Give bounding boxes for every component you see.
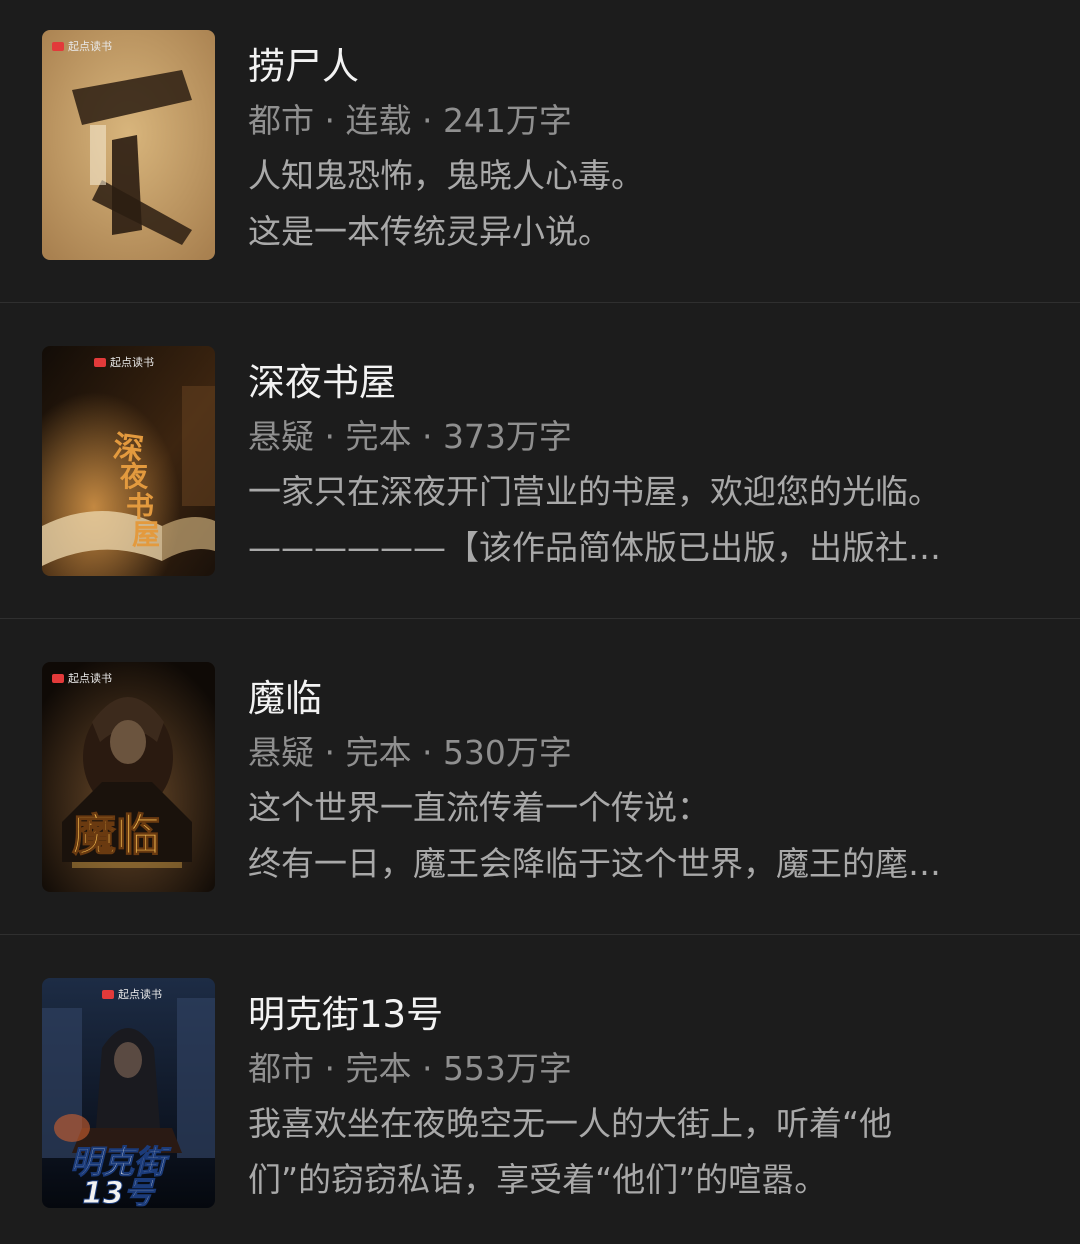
- svg-text:屋: 屋: [132, 518, 160, 551]
- book-title[interactable]: 深夜书屋: [248, 356, 1040, 410]
- book-desc-line: 们”的窃窃私语，享受着“他们”的喧嚣。: [248, 1160, 828, 1199]
- cover-brand: 起点读书: [52, 38, 112, 54]
- book-desc-line: 这个世界一直流传着一个传说：: [248, 788, 710, 827]
- cover-art: 魔临: [42, 662, 215, 892]
- book-info[interactable]: 深夜书屋 悬疑 · 完本 · 373万字 一家只在深夜开门营业的书屋，欢迎您的光…: [248, 356, 1040, 576]
- book-info[interactable]: 明克街13号 都市 · 完本 · 553万字 我喜欢坐在夜晚空无一人的大街上，听…: [248, 988, 1040, 1208]
- book-list: 起点读书 捞尸人 都市 · 连载 · 241万字 人知鬼恐怖，鬼晓人心毒。 这是…: [0, 0, 1080, 1244]
- cover-art: 深 夜 书 屋: [42, 346, 215, 576]
- book-meta: 都市 · 完本 · 553万字: [248, 1049, 572, 1088]
- book-desc-line: ——————【该作品简体版已出版，出版社…: [248, 528, 941, 567]
- brand-label: 起点读书: [68, 672, 112, 685]
- cover-brand: 起点读书: [102, 986, 162, 1002]
- book-cover[interactable]: 起点读书: [42, 30, 215, 260]
- book-title[interactable]: 明克街13号: [248, 988, 1040, 1042]
- book-item[interactable]: 明克街 13号 起点读书 明克街13号 都市 · 完本 · 553万字 我喜欢坐…: [0, 935, 1080, 1244]
- book-cover[interactable]: 明克街 13号 起点读书: [42, 978, 215, 1208]
- svg-text:13号: 13号: [82, 1176, 156, 1208]
- book-meta: 悬疑 · 完本 · 530万字: [248, 733, 572, 772]
- book-desc-line: 这是一本传统灵异小说。: [248, 212, 611, 251]
- book-desc-line: 我喜欢坐在夜晚空无一人的大街上，听着“他: [248, 1104, 893, 1143]
- book-cover[interactable]: 深 夜 书 屋 起点读书: [42, 346, 215, 576]
- book-title[interactable]: 捞尸人: [248, 40, 1040, 94]
- book-info[interactable]: 捞尸人 都市 · 连载 · 241万字 人知鬼恐怖，鬼晓人心毒。 这是一本传统灵…: [248, 40, 1040, 260]
- book-cover[interactable]: 魔临 起点读书: [42, 662, 215, 892]
- brand-label: 起点读书: [68, 40, 112, 53]
- book-info[interactable]: 魔临 悬疑 · 完本 · 530万字 这个世界一直流传着一个传说： 终有一日，魔…: [248, 672, 1040, 892]
- brand-logo-icon: [52, 41, 64, 51]
- cover-brand: 起点读书: [94, 354, 154, 370]
- brand-logo-icon: [102, 989, 114, 999]
- book-meta: 都市 · 连载 · 241万字: [248, 101, 572, 140]
- book-item[interactable]: 起点读书 捞尸人 都市 · 连载 · 241万字 人知鬼恐怖，鬼晓人心毒。 这是…: [0, 0, 1080, 303]
- brand-logo-icon: [52, 673, 64, 683]
- brand-label: 起点读书: [118, 988, 162, 1001]
- svg-text:夜: 夜: [119, 460, 149, 493]
- book-meta: 悬疑 · 完本 · 373万字: [248, 417, 572, 456]
- book-desc-line: 终有一日，魔王会降临于这个世界，魔王的麾…: [248, 844, 941, 883]
- book-desc-line: 人知鬼恐怖，鬼晓人心毒。: [248, 156, 644, 195]
- brand-label: 起点读书: [110, 356, 154, 369]
- book-desc-line: 一家只在深夜开门营业的书屋，欢迎您的光临。: [248, 472, 941, 511]
- book-title[interactable]: 魔临: [248, 672, 1040, 726]
- brand-logo-icon: [94, 357, 106, 367]
- cover-art: 明克街 13号: [42, 978, 215, 1208]
- book-item[interactable]: 深 夜 书 屋 起点读书 深夜书屋 悬疑 · 完本 · 373万字 一家只在深夜…: [0, 303, 1080, 619]
- book-item[interactable]: 魔临 起点读书 魔临 悬疑 · 完本 · 530万字 这个世界一直流传着一个传说…: [0, 619, 1080, 935]
- svg-text:魔临: 魔临: [72, 810, 160, 861]
- cover-brand: 起点读书: [52, 670, 112, 686]
- cover-art: [42, 30, 215, 260]
